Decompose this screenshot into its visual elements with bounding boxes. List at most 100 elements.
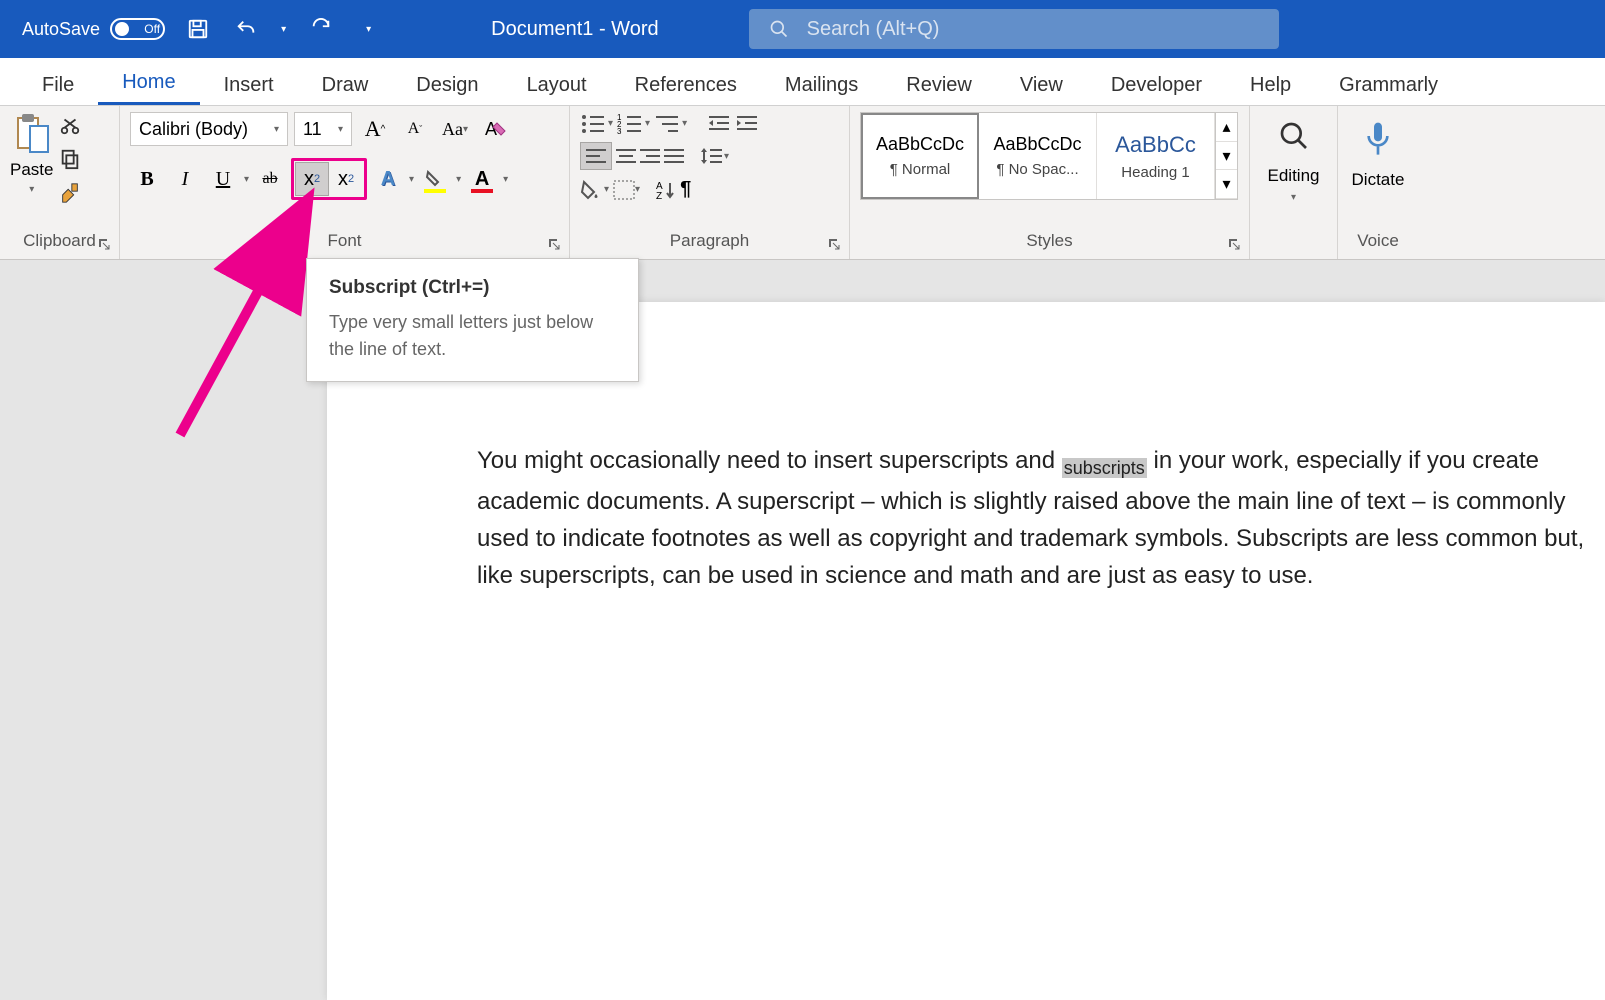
subscript-button[interactable]: x2: [295, 162, 329, 196]
group-font: Calibri (Body)▾ 11▾ A^ Aˇ Aa▾ A B I U ▾ …: [120, 106, 570, 259]
copy-icon[interactable]: [59, 148, 81, 170]
numbering-icon[interactable]: 123▾: [617, 112, 650, 134]
shrink-font-icon[interactable]: Aˇ: [398, 112, 432, 146]
borders-icon[interactable]: ▾: [613, 178, 640, 201]
underline-button[interactable]: U: [206, 162, 240, 196]
undo-icon[interactable]: [233, 16, 259, 42]
paste-button[interactable]: [12, 112, 52, 156]
bold-button[interactable]: B: [130, 162, 164, 196]
tab-review[interactable]: Review: [882, 64, 996, 105]
underline-dropdown-icon[interactable]: ▾: [244, 174, 249, 185]
align-right-icon[interactable]: [640, 142, 660, 170]
document-title: Document1 - Word: [491, 18, 658, 41]
qat-customize-icon[interactable]: ▾: [366, 24, 371, 35]
align-left-icon[interactable]: [580, 142, 612, 170]
tab-design[interactable]: Design: [392, 64, 502, 105]
tooltip-body: Type very small letters just below the l…: [329, 309, 616, 363]
font-color-icon[interactable]: A: [465, 162, 499, 196]
style-scroll-up-icon[interactable]: ▴: [1216, 113, 1237, 142]
highlight-dropdown-icon[interactable]: ▾: [456, 174, 461, 185]
svg-text:Z: Z: [656, 191, 662, 200]
autosave-toggle[interactable]: Off: [110, 18, 165, 40]
multilevel-list-icon[interactable]: ▾: [654, 112, 687, 134]
align-center-icon[interactable]: [616, 142, 636, 170]
style-gallery: AaBbCcDc ¶ Normal AaBbCcDc ¶ No Spac... …: [860, 112, 1238, 200]
tab-developer[interactable]: Developer: [1087, 64, 1226, 105]
document-page[interactable]: You might occasionally need to insert su…: [327, 302, 1605, 1000]
tab-draw[interactable]: Draw: [298, 64, 393, 105]
text-effects-icon[interactable]: A: [371, 162, 405, 196]
tooltip-title: Subscript (Ctrl+=): [329, 277, 616, 299]
undo-dropdown-icon[interactable]: ▾: [281, 24, 286, 35]
ribbon-tabs: File Home Insert Draw Design Layout Refe…: [0, 58, 1605, 106]
search-icon: [769, 19, 789, 39]
tab-help[interactable]: Help: [1226, 64, 1315, 105]
search-box[interactable]: [749, 9, 1279, 49]
bullets-icon[interactable]: ▾: [580, 112, 613, 134]
tab-mailings[interactable]: Mailings: [761, 64, 882, 105]
justify-icon[interactable]: [664, 142, 684, 170]
group-styles: AaBbCcDc ¶ Normal AaBbCcDc ¶ No Spac... …: [850, 106, 1250, 259]
paragraph-group-label: Paragraph: [580, 231, 839, 255]
change-case-icon[interactable]: Aa▾: [438, 112, 472, 146]
paste-dropdown-icon[interactable]: ▾: [29, 184, 34, 195]
group-editing: Editing ▾: [1250, 106, 1338, 259]
tab-view[interactable]: View: [996, 64, 1087, 105]
style-expand-icon[interactable]: ▾: [1216, 170, 1237, 199]
show-marks-icon[interactable]: ¶: [680, 178, 691, 201]
clipboard-group-label: Clipboard: [10, 231, 109, 255]
find-icon[interactable]: [1278, 120, 1310, 152]
grow-font-icon[interactable]: A^: [358, 112, 392, 146]
document-area: You might occasionally need to insert su…: [0, 260, 1605, 1000]
clipboard-launcher-icon[interactable]: [97, 237, 111, 251]
superscript-button[interactable]: x2: [329, 162, 363, 196]
tab-insert[interactable]: Insert: [200, 64, 298, 105]
shading-icon[interactable]: ▾: [580, 178, 609, 201]
style-heading1[interactable]: AaBbCc Heading 1: [1097, 113, 1215, 199]
cut-icon[interactable]: [59, 114, 81, 136]
tab-layout[interactable]: Layout: [503, 64, 611, 105]
search-input[interactable]: [807, 18, 1259, 41]
autosave-control[interactable]: AutoSave Off: [22, 18, 165, 40]
paragraph-launcher-icon[interactable]: [827, 237, 841, 251]
increase-indent-icon[interactable]: [735, 112, 759, 134]
highlight-color-icon[interactable]: [418, 162, 452, 196]
editing-dropdown-icon[interactable]: ▾: [1291, 192, 1296, 203]
font-launcher-icon[interactable]: [547, 237, 561, 251]
font-name-value: Calibri (Body): [139, 119, 248, 140]
style-scroll-down-icon[interactable]: ▾: [1216, 142, 1237, 171]
text-effects-dropdown-icon[interactable]: ▾: [409, 174, 414, 185]
editing-label: Editing: [1268, 166, 1320, 186]
dictate-icon[interactable]: [1362, 120, 1394, 160]
tab-home[interactable]: Home: [98, 61, 199, 105]
tab-references[interactable]: References: [611, 64, 761, 105]
voice-group-label: Voice: [1348, 231, 1408, 255]
group-clipboard: Paste ▾ Clipboard: [0, 106, 120, 259]
font-name-combo[interactable]: Calibri (Body)▾: [130, 112, 288, 146]
title-bar: AutoSave Off ▾ ▾ Document1 - Word: [0, 0, 1605, 58]
style-normal[interactable]: AaBbCcDc ¶ Normal: [861, 113, 979, 199]
tab-grammarly[interactable]: Grammarly: [1315, 64, 1462, 105]
italic-button[interactable]: I: [168, 162, 202, 196]
autosave-label: AutoSave: [22, 19, 100, 40]
decrease-indent-icon[interactable]: [707, 112, 731, 134]
style-no-spacing[interactable]: AaBbCcDc ¶ No Spac...: [979, 113, 1097, 199]
font-group-label: Font: [130, 231, 559, 255]
strikethrough-button[interactable]: ab: [253, 162, 287, 196]
group-voice: Dictate Voice: [1338, 106, 1418, 259]
document-body[interactable]: You might occasionally need to insert su…: [477, 442, 1605, 594]
format-painter-icon[interactable]: [59, 182, 81, 204]
toggle-knob: [115, 22, 129, 36]
font-color-dropdown-icon[interactable]: ▾: [503, 174, 508, 185]
tab-file[interactable]: File: [18, 64, 98, 105]
line-spacing-icon[interactable]: ▾: [700, 142, 729, 170]
clear-formatting-icon[interactable]: A: [478, 112, 512, 146]
sort-icon[interactable]: AZ: [656, 178, 676, 201]
paste-label: Paste: [10, 160, 53, 180]
redo-icon[interactable]: [308, 16, 334, 42]
save-icon[interactable]: [185, 16, 211, 42]
group-paragraph: ▾ 123▾ ▾ ▾ ▾ ▾ AZ ¶: [570, 106, 850, 259]
styles-launcher-icon[interactable]: [1227, 237, 1241, 251]
font-size-combo[interactable]: 11▾: [294, 112, 352, 146]
ribbon: Paste ▾ Clipboard Calibri (Body)▾ 11▾ A^: [0, 106, 1605, 260]
